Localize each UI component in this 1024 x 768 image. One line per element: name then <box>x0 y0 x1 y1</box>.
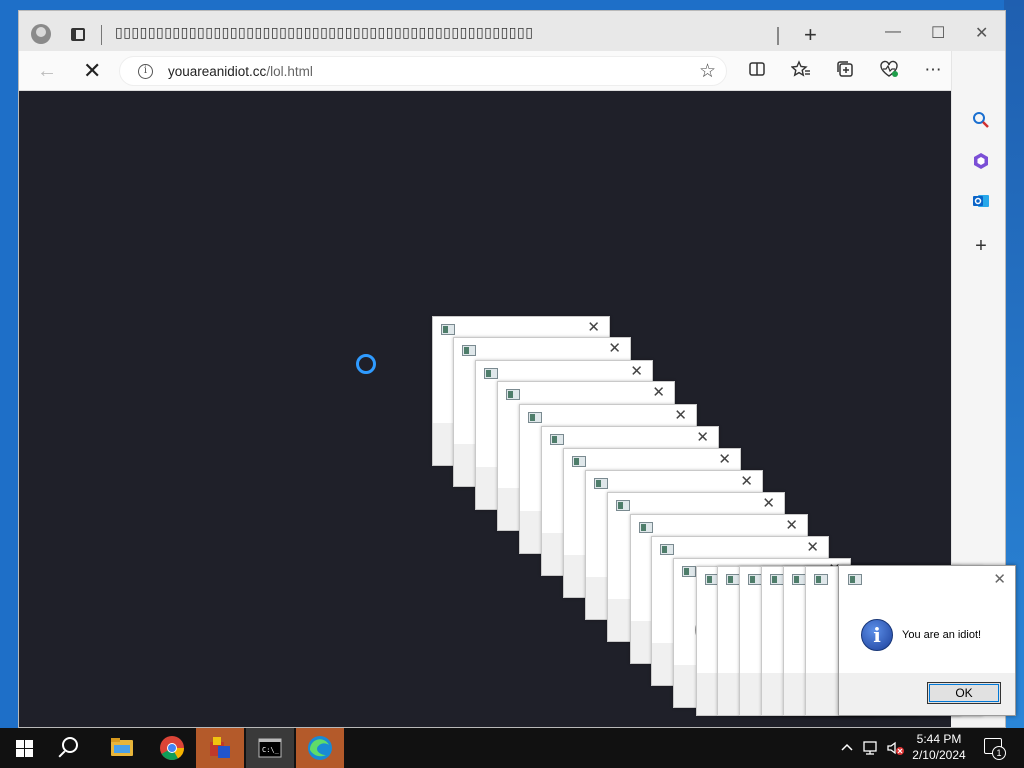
address-bar[interactable]: i youareanidiot.cc/lol.html ☆ <box>119 56 727 86</box>
tab-separator <box>101 25 102 45</box>
show-hidden-icons-chevron-icon[interactable] <box>840 740 854 757</box>
url-path: /lol.html <box>266 64 313 79</box>
close-dialog-button[interactable]: ✕ <box>993 570 1006 588</box>
office-icon[interactable] <box>970 151 992 173</box>
taskbar: C:\_ 5:44 PM 2/10/2024 1 <box>0 728 1024 768</box>
app-icon <box>726 574 740 585</box>
clock-time: 5:44 PM <box>916 732 962 746</box>
browser-toolbar: ← ✕ i youareanidiot.cc/lol.html ☆ ⋯ <box>19 51 1005 91</box>
app-icon <box>506 389 520 400</box>
maximize-button[interactable]: ☐ <box>931 23 945 43</box>
info-icon: i <box>861 619 893 651</box>
close-window-button[interactable]: ✕ <box>975 23 988 43</box>
favorites-icon[interactable] <box>790 60 811 80</box>
app-icon <box>594 478 608 489</box>
app-icon <box>550 434 564 445</box>
app-installer-icon[interactable] <box>196 728 244 768</box>
url-host: youareanidiot.cc <box>168 64 267 79</box>
profile-avatar-icon[interactable] <box>31 24 51 44</box>
ok-button[interactable]: OK <box>927 682 1001 704</box>
add-sidebar-app-icon[interactable]: + <box>970 235 992 257</box>
browser-essentials-icon[interactable] <box>879 60 899 80</box>
dialog-footer: OK <box>839 673 1015 715</box>
idiot-message-box[interactable]: ✕ i You are an idiot! OK <box>838 565 1016 716</box>
app-icon <box>814 574 828 585</box>
close-icon[interactable]: ✕ <box>718 450 731 468</box>
app-icon <box>848 574 862 585</box>
tab-bar: ▯▯▯▯▯▯▯▯▯▯▯▯▯▯▯▯▯▯▯▯▯▯▯▯▯▯▯▯▯▯▯▯▯▯▯▯▯▯▯▯… <box>19 11 1005 51</box>
notification-count-badge: 1 <box>992 746 1006 760</box>
app-icon <box>616 500 630 511</box>
edge-icon[interactable] <box>296 728 344 768</box>
app-icon <box>462 345 476 356</box>
app-icon <box>682 566 696 577</box>
close-icon[interactable]: ✕ <box>630 362 643 380</box>
outlook-icon[interactable] <box>970 191 992 213</box>
search-icon[interactable] <box>62 737 78 753</box>
network-icon[interactable] <box>862 740 880 759</box>
tab-title[interactable]: ▯▯▯▯▯▯▯▯▯▯▯▯▯▯▯▯▯▯▯▯▯▯▯▯▯▯▯▯▯▯▯▯▯▯▯▯▯▯▯▯… <box>115 25 779 47</box>
close-icon[interactable]: ✕ <box>587 318 600 336</box>
clock-date: 2/10/2024 <box>912 748 966 762</box>
tab-actions-icon[interactable] <box>71 28 85 41</box>
windows-start-icon[interactable] <box>16 740 33 757</box>
close-icon[interactable]: ✕ <box>696 428 709 446</box>
app-icon <box>484 368 498 379</box>
minimize-button[interactable]: — <box>885 23 901 41</box>
favorite-star-icon[interactable]: ☆ <box>699 60 716 83</box>
app-icon <box>528 412 542 423</box>
close-icon[interactable]: ✕ <box>652 383 665 401</box>
stop-loading-button[interactable]: ✕ <box>83 58 101 84</box>
file-explorer-icon[interactable] <box>98 728 146 768</box>
search-icon[interactable] <box>970 111 992 133</box>
back-button[interactable]: ← <box>37 60 57 83</box>
app-icon <box>639 522 653 533</box>
close-icon[interactable]: ✕ <box>740 472 753 490</box>
close-icon[interactable]: ✕ <box>762 494 775 512</box>
app-icon <box>748 574 762 585</box>
svg-text:C:\_: C:\_ <box>262 746 280 754</box>
url-text[interactable]: youareanidiot.cc/lol.html <box>168 64 313 79</box>
volume-muted-icon[interactable] <box>886 740 906 759</box>
more-options-icon[interactable]: ⋯ <box>923 60 943 80</box>
split-screen-icon[interactable] <box>747 60 767 80</box>
chrome-icon[interactable] <box>148 728 196 768</box>
app-icon <box>660 544 674 555</box>
edge-sidebar: + <box>951 51 1005 563</box>
system-clock[interactable]: 5:44 PM 2/10/2024 <box>904 731 974 763</box>
app-icon <box>770 574 784 585</box>
dialog-message: You are an idiot! <box>902 629 982 641</box>
close-icon[interactable]: ✕ <box>608 339 621 357</box>
command-prompt-icon[interactable]: C:\_ <box>246 728 294 768</box>
app-icon <box>572 456 586 467</box>
site-info-icon[interactable]: i <box>138 64 153 79</box>
loading-cursor-icon <box>356 354 376 374</box>
close-icon[interactable]: ✕ <box>806 538 819 556</box>
app-icon <box>441 324 455 335</box>
app-icon <box>792 574 806 585</box>
close-icon[interactable]: ✕ <box>674 406 687 424</box>
close-icon[interactable]: ✕ <box>785 516 798 534</box>
collections-icon[interactable] <box>835 60 855 80</box>
new-tab-button[interactable]: + <box>804 22 817 48</box>
